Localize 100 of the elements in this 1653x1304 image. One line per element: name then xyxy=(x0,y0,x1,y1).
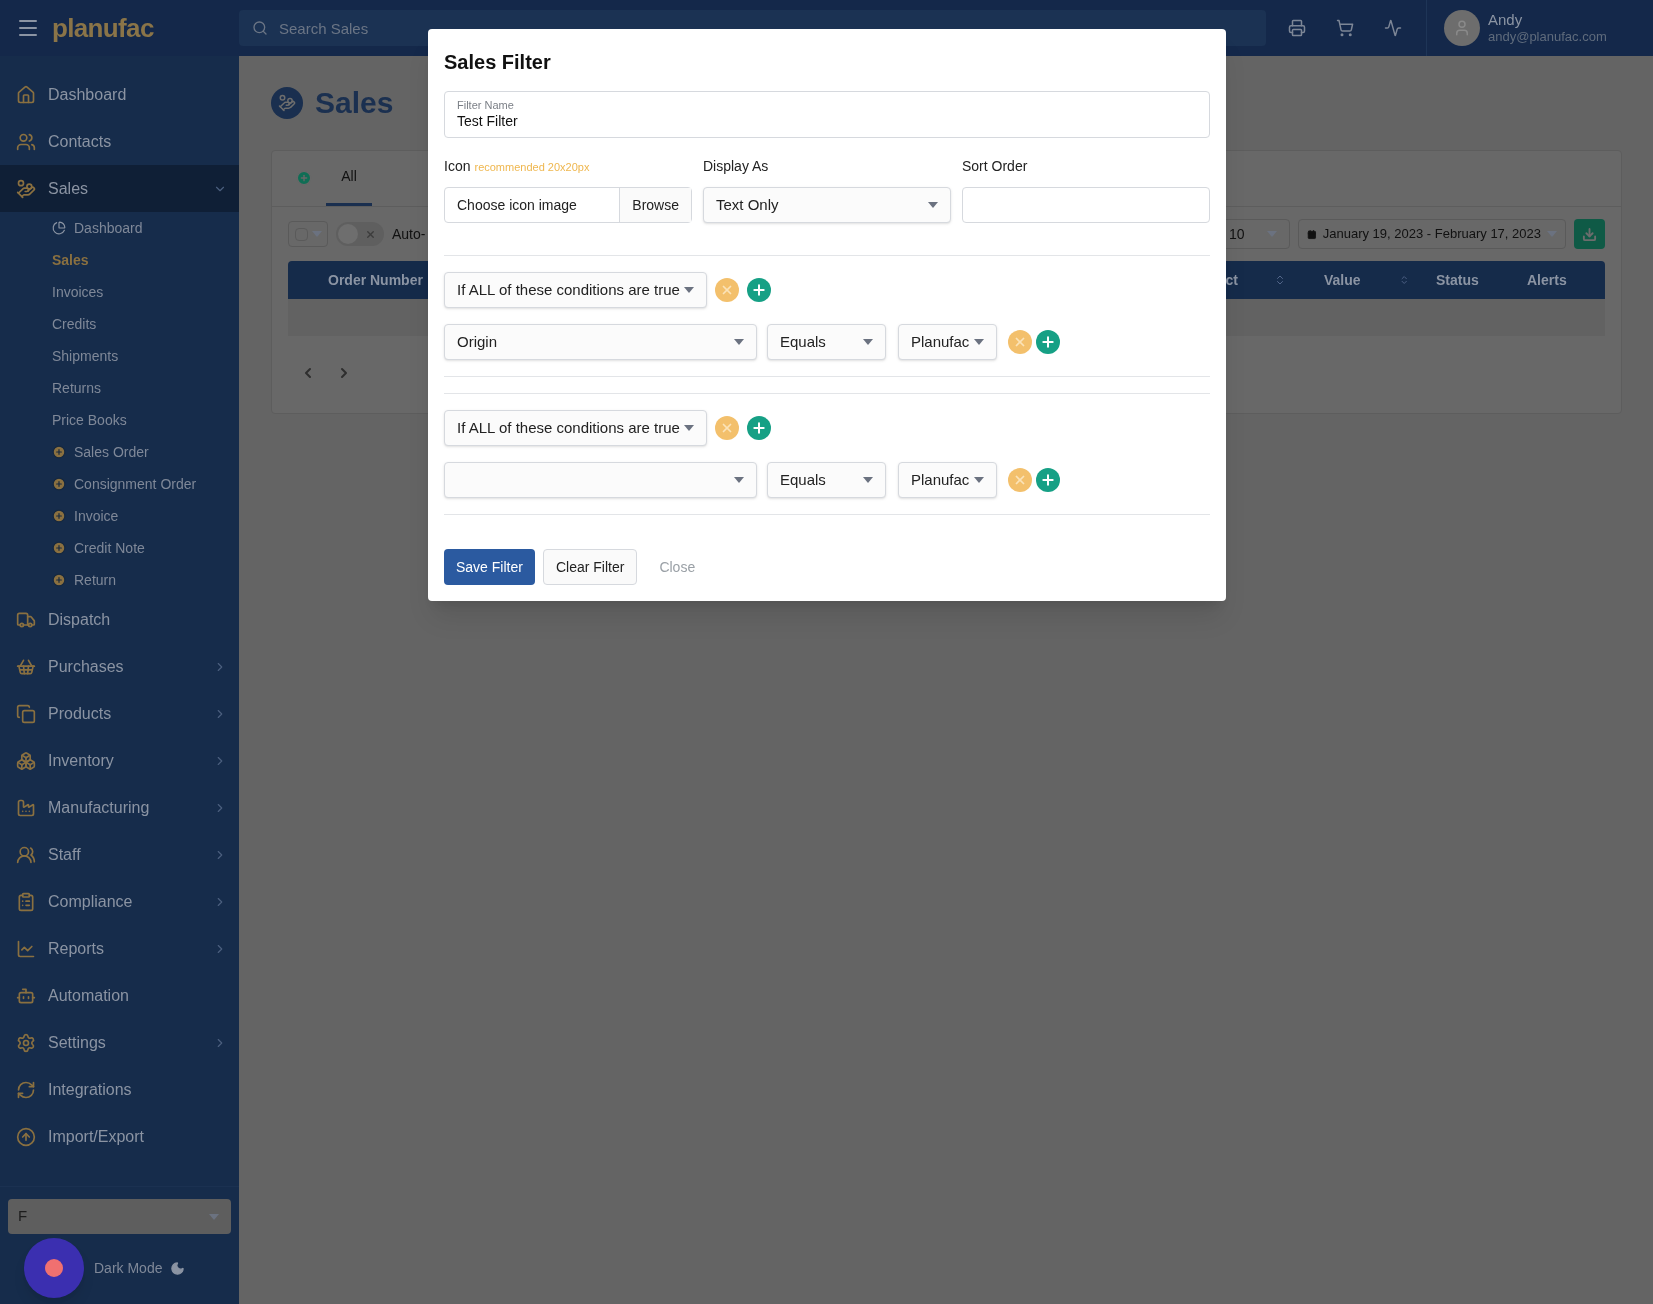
dialog-button[interactable]: Save Filter xyxy=(444,549,535,585)
activity-icon[interactable] xyxy=(1384,19,1402,37)
value-select[interactable]: Planufac xyxy=(898,462,997,498)
sidebar-item[interactable]: Settings xyxy=(0,1019,239,1066)
operator-select[interactable]: Equals xyxy=(767,324,886,360)
icon-file-field[interactable]: Choose icon image Browse xyxy=(444,187,692,223)
sidebar-item[interactable]: Products xyxy=(0,690,239,737)
caret-icon xyxy=(209,1213,219,1220)
date-range-picker[interactable]: January 19, 2023 - February 17, 2023 xyxy=(1298,219,1566,249)
caret-icon xyxy=(1267,231,1277,237)
sidebar-subitem[interactable]: Sales xyxy=(0,244,239,276)
dark-mode-label[interactable]: Dark Mode xyxy=(94,1257,163,1279)
field-select[interactable] xyxy=(444,462,757,498)
sidebar-item[interactable]: Import/Export xyxy=(0,1113,239,1160)
caret-icon xyxy=(684,425,694,431)
sidebar-subitem[interactable]: Invoices xyxy=(0,276,239,308)
cart-icon[interactable] xyxy=(1336,19,1354,37)
browse-button[interactable]: Browse xyxy=(619,188,691,222)
add-button[interactable] xyxy=(1036,330,1060,354)
close-icon xyxy=(720,421,734,435)
sidebar-item[interactable]: Manufacturing xyxy=(0,784,239,831)
sidebar-item[interactable]: Compliance xyxy=(0,878,239,925)
match-select[interactable]: If ALL of these conditions are true xyxy=(444,410,707,446)
column-header[interactable]: Order Number xyxy=(288,269,423,291)
sidebar-item[interactable]: Staff xyxy=(0,831,239,878)
sidebar-item[interactable]: Dispatch xyxy=(0,596,239,643)
match-select[interactable]: If ALL of these conditions are true xyxy=(444,272,707,308)
sidebar-item[interactable]: Inventory xyxy=(0,737,239,784)
sidebar-subitem[interactable]: Invoice xyxy=(0,500,239,532)
sidebar-item[interactable]: Purchases xyxy=(0,643,239,690)
plus-circle-icon xyxy=(52,477,66,491)
page-title: Sales xyxy=(315,85,394,121)
download-icon xyxy=(1582,226,1597,242)
hand-coin-icon xyxy=(16,178,36,199)
sidebar-subitem[interactable]: Returns xyxy=(0,372,239,404)
value-select[interactable]: Planufac xyxy=(898,324,997,360)
record-button[interactable] xyxy=(24,1238,84,1298)
add-button[interactable] xyxy=(747,416,771,440)
factory-icon xyxy=(16,797,36,818)
sidebar-subitem[interactable]: Sales Order xyxy=(0,436,239,468)
close-icon xyxy=(365,228,376,240)
sidebar-subitem[interactable]: Credits xyxy=(0,308,239,340)
sidebar-subitem[interactable]: Price Books xyxy=(0,404,239,436)
column-header[interactable]: Alerts xyxy=(1527,269,1567,291)
account-select[interactable]: F xyxy=(8,1199,231,1234)
sidebar-subitem[interactable]: Return xyxy=(0,564,239,596)
close-icon xyxy=(1013,335,1027,349)
remove-button[interactable] xyxy=(1008,468,1032,492)
sidebar-item[interactable]: Dashboard xyxy=(0,71,239,118)
display-select[interactable]: Text Only xyxy=(703,187,951,223)
column-header[interactable]: Status xyxy=(1436,269,1479,291)
tab[interactable]: All xyxy=(326,150,372,206)
upload-icon xyxy=(16,1126,36,1147)
user-avatar[interactable] xyxy=(1444,10,1480,46)
auto-toggle[interactable] xyxy=(336,222,384,246)
field-select[interactable]: Origin xyxy=(444,324,757,360)
caret-icon xyxy=(734,339,744,345)
user-name: Andy xyxy=(1488,10,1524,30)
settings-icon xyxy=(16,1032,36,1053)
moon-icon xyxy=(170,1260,186,1276)
auto-label: Auto- xyxy=(392,224,426,244)
add-button[interactable] xyxy=(1036,468,1060,492)
caret-icon xyxy=(1547,231,1557,237)
pie-chart-icon xyxy=(52,221,66,235)
field-label: Display As xyxy=(703,157,770,176)
sidebar-item[interactable]: Integrations xyxy=(0,1066,239,1113)
caret-icon xyxy=(974,339,984,345)
field-label: Sort Order xyxy=(962,157,1029,176)
select-all-dropdown[interactable] xyxy=(288,221,328,247)
sidebar-item[interactable]: Sales xyxy=(0,165,239,212)
sidebar-subitem[interactable]: Consignment Order xyxy=(0,468,239,500)
sidebar-item[interactable]: Reports xyxy=(0,925,239,972)
sidebar-item[interactable]: Automation xyxy=(0,972,239,1019)
people-icon xyxy=(16,131,36,152)
line-chart-icon xyxy=(16,938,36,959)
plus-circle-icon xyxy=(52,573,66,587)
filter-name-field[interactable]: Filter Name Test Filter xyxy=(444,91,1210,138)
copy-icon xyxy=(16,703,36,724)
plus-icon xyxy=(751,282,767,298)
add-button[interactable] xyxy=(747,278,771,302)
dialog-button[interactable]: Clear Filter xyxy=(542,549,638,585)
boxes-icon xyxy=(16,750,36,771)
plus-circle-icon xyxy=(52,445,66,459)
search-icon xyxy=(252,20,268,36)
column-header[interactable]: Value xyxy=(1324,269,1361,291)
dialog-title: Sales Filter xyxy=(444,50,552,75)
close-link[interactable]: Close xyxy=(647,549,708,585)
download-button[interactable] xyxy=(1574,219,1605,249)
basket-icon xyxy=(16,656,36,677)
printer-icon[interactable] xyxy=(1288,19,1306,37)
remove-button[interactable] xyxy=(1008,330,1032,354)
remove-button[interactable] xyxy=(715,278,739,302)
sidebar-subitem[interactable]: Credit Note xyxy=(0,532,239,564)
sidebar-subitem[interactable]: Dashboard xyxy=(0,212,239,244)
sidebar-item[interactable]: Contacts xyxy=(0,118,239,165)
sidebar-subitem[interactable]: Shipments xyxy=(0,340,239,372)
operator-select[interactable]: Equals xyxy=(767,462,886,498)
column-header[interactable]: ct xyxy=(1225,269,1238,291)
sort-order-field[interactable] xyxy=(962,187,1210,223)
remove-button[interactable] xyxy=(715,416,739,440)
